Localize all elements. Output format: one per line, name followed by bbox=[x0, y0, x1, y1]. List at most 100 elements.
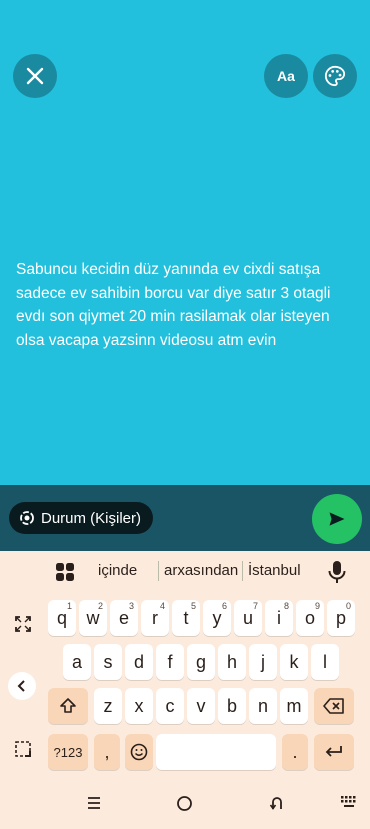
suggestion-2[interactable]: arxasından bbox=[164, 562, 238, 579]
key-label: e bbox=[118, 607, 129, 628]
key-d[interactable]: d bbox=[125, 644, 153, 680]
key-hint: 6 bbox=[221, 601, 227, 611]
key-hint: 3 bbox=[128, 601, 134, 611]
key-k[interactable]: k bbox=[280, 644, 308, 680]
key-v[interactable]: v bbox=[187, 688, 215, 724]
key-r[interactable]: r4 bbox=[141, 600, 169, 636]
key-i[interactable]: i8 bbox=[265, 600, 293, 636]
apps-grid-button[interactable] bbox=[55, 562, 75, 587]
key-s[interactable]: s bbox=[94, 644, 122, 680]
palette-icon bbox=[324, 65, 346, 87]
key-x[interactable]: x bbox=[125, 688, 153, 724]
key-b[interactable]: b bbox=[218, 688, 246, 724]
shift-key[interactable] bbox=[48, 688, 88, 724]
font-style-button[interactable]: Aa bbox=[264, 54, 308, 98]
key-label: p bbox=[335, 607, 346, 628]
resize-keyboard-button[interactable] bbox=[9, 610, 37, 638]
key-h[interactable]: h bbox=[218, 644, 246, 680]
keyboard-switch-button[interactable] bbox=[340, 795, 358, 814]
key-g[interactable]: g bbox=[187, 644, 215, 680]
space-key[interactable] bbox=[156, 734, 276, 770]
key-hint: 2 bbox=[97, 601, 103, 611]
close-button[interactable] bbox=[13, 54, 57, 98]
status-ring-icon bbox=[20, 511, 34, 525]
selection-icon bbox=[15, 741, 31, 757]
key-u[interactable]: u7 bbox=[234, 600, 262, 636]
backspace-icon bbox=[323, 698, 344, 714]
key-hint: 5 bbox=[190, 601, 196, 611]
key-y[interactable]: y6 bbox=[203, 600, 231, 636]
back-icon bbox=[269, 797, 282, 810]
key-label: d bbox=[133, 651, 144, 672]
key-label: . bbox=[292, 741, 298, 762]
home-icon bbox=[177, 796, 192, 811]
key-label: y bbox=[212, 607, 222, 628]
key-o[interactable]: o9 bbox=[296, 600, 324, 636]
suggestion-divider bbox=[158, 561, 159, 581]
key-l[interactable]: l bbox=[311, 644, 339, 680]
key-label: j bbox=[261, 651, 265, 672]
key-p[interactable]: p0 bbox=[327, 600, 355, 636]
shift-icon bbox=[60, 698, 76, 713]
color-palette-button[interactable] bbox=[313, 54, 357, 98]
keyboard-icon bbox=[341, 796, 356, 807]
key-m[interactable]: m bbox=[280, 688, 308, 724]
backspace-key[interactable] bbox=[314, 688, 354, 724]
key-c[interactable]: c bbox=[156, 688, 184, 724]
back-button[interactable] bbox=[269, 795, 285, 816]
key-hint: 7 bbox=[252, 601, 258, 611]
close-icon bbox=[26, 67, 44, 85]
key-period[interactable]: . bbox=[282, 734, 308, 770]
key-label: , bbox=[104, 741, 110, 762]
key-z[interactable]: z bbox=[94, 688, 122, 724]
recent-apps-button[interactable] bbox=[86, 795, 102, 816]
key-f[interactable]: f bbox=[156, 644, 184, 680]
key-hint: 9 bbox=[314, 601, 320, 611]
enter-key[interactable] bbox=[314, 734, 354, 770]
symbols-key[interactable]: ?123 bbox=[48, 734, 88, 770]
audience-label: Durum (Kişiler) bbox=[41, 509, 142, 527]
key-label: c bbox=[165, 695, 175, 716]
key-a[interactable]: a bbox=[63, 644, 91, 680]
key-e[interactable]: e3 bbox=[110, 600, 138, 636]
key-label: a bbox=[71, 651, 82, 672]
send-button[interactable] bbox=[312, 494, 362, 544]
key-label: n bbox=[257, 695, 268, 716]
status-text[interactable]: Sabuncu kecidin düz yanında ev cixdi sat… bbox=[16, 258, 361, 352]
home-button[interactable] bbox=[176, 795, 193, 817]
emoji-key[interactable] bbox=[125, 734, 153, 770]
key-label: s bbox=[103, 651, 113, 672]
text-selection-button[interactable] bbox=[9, 735, 37, 763]
suggestion-1[interactable]: içinde bbox=[98, 562, 137, 579]
key-hint: 1 bbox=[66, 601, 72, 611]
audience-selector[interactable]: Durum (Kişiler) bbox=[9, 502, 154, 534]
key-label: u bbox=[242, 607, 253, 628]
enter-icon bbox=[325, 746, 342, 757]
key-label: g bbox=[195, 651, 206, 672]
send-icon bbox=[329, 512, 345, 526]
key-j[interactable]: j bbox=[249, 644, 277, 680]
suggestion-3[interactable]: İstanbul bbox=[248, 562, 301, 579]
key-t[interactable]: t5 bbox=[172, 600, 200, 636]
suggestion-divider bbox=[242, 561, 243, 581]
key-label: x bbox=[134, 695, 144, 716]
key-label: f bbox=[167, 651, 173, 672]
mic-icon bbox=[328, 561, 346, 583]
key-label: k bbox=[289, 651, 299, 672]
resize-icon bbox=[15, 616, 31, 632]
key-label: r bbox=[152, 607, 158, 628]
key-label: t bbox=[183, 607, 189, 628]
key-comma[interactable]: , bbox=[94, 734, 120, 770]
font-style-label: Aa bbox=[277, 68, 295, 84]
symbols-label: ?123 bbox=[53, 744, 83, 760]
key-hint: 8 bbox=[283, 601, 289, 611]
voice-input-button[interactable] bbox=[327, 560, 347, 589]
apps-grid-icon bbox=[56, 563, 74, 581]
recent-apps-icon bbox=[88, 797, 100, 809]
chevron-left-icon bbox=[17, 680, 25, 692]
key-w[interactable]: w2 bbox=[79, 600, 107, 636]
key-q[interactable]: q1 bbox=[48, 600, 76, 636]
key-label: m bbox=[286, 695, 302, 716]
collapse-toolbar-button[interactable] bbox=[8, 672, 36, 700]
key-n[interactable]: n bbox=[249, 688, 277, 724]
